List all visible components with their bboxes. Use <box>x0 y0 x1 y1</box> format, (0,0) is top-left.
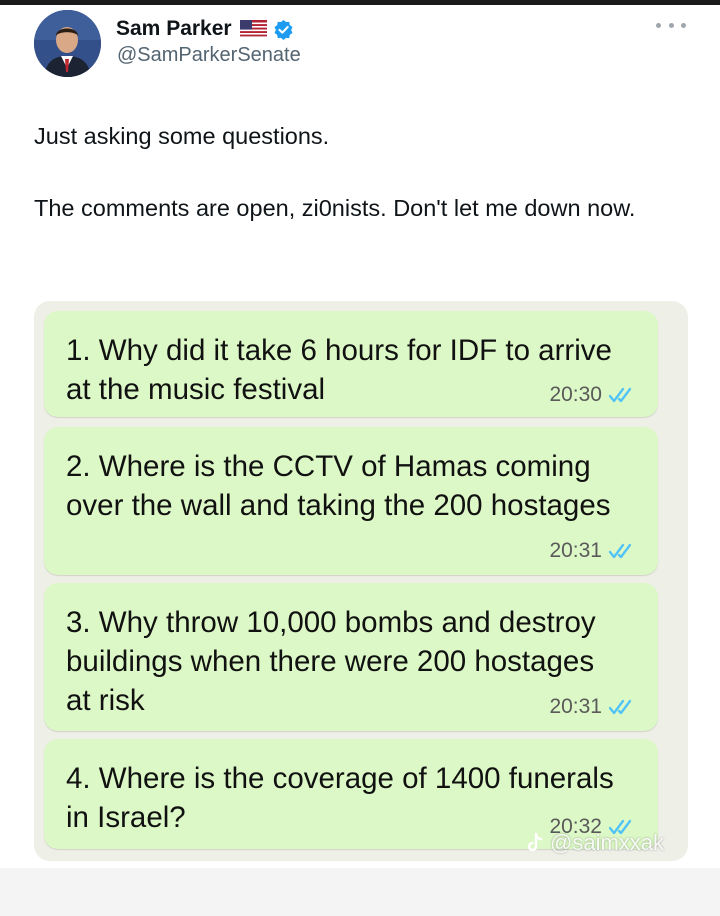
chat-screenshot: 1. Why did it take 6 hours for IDF to ar… <box>34 301 688 861</box>
message-time: 20:31 <box>549 539 602 562</box>
dot-icon <box>681 22 686 28</box>
bottom-area <box>0 868 720 916</box>
watermark-text: @saimxxak <box>550 830 665 855</box>
message-text: 1. Why did it take 6 hours for IDF to ar… <box>66 334 612 406</box>
double-check-icon <box>608 386 636 404</box>
author-name-row: Sam Parker <box>116 13 294 45</box>
message-time: 20:30 <box>549 383 602 406</box>
avatar[interactable] <box>34 10 101 77</box>
chat-message: 1. Why did it take 6 hours for IDF to ar… <box>44 311 658 417</box>
message-time: 20:31 <box>549 695 602 718</box>
double-check-icon <box>608 542 636 560</box>
double-check-icon <box>608 698 636 716</box>
message-text: 4. Where is the coverage of 1400 funeral… <box>66 762 614 834</box>
message-text: 3. Why throw 10,000 bombs and destroy bu… <box>66 606 596 717</box>
top-divider <box>0 0 720 5</box>
author-name[interactable]: Sam Parker <box>116 17 232 41</box>
message-meta: 20:30 <box>549 383 636 407</box>
author-handle[interactable]: @SamParkerSenate <box>117 44 301 67</box>
dot-icon <box>656 22 661 28</box>
message-meta: 20:31 <box>549 539 636 563</box>
dot-icon <box>668 22 674 28</box>
verified-badge-icon <box>273 19 294 40</box>
us-flag-icon <box>239 20 267 38</box>
tiktok-icon <box>526 832 544 854</box>
chat-message: 3. Why throw 10,000 bombs and destroy bu… <box>44 583 658 731</box>
chat-message: 2. Where is the CCTV of Hamas coming ove… <box>44 427 658 575</box>
profile-photo <box>34 10 101 77</box>
tweet-line: Just asking some questions. <box>34 123 330 149</box>
tweet-text: Just asking some questions. The comments… <box>34 118 684 226</box>
tiktok-watermark: @saimxxak <box>526 830 664 856</box>
message-meta: 20:31 <box>549 695 636 719</box>
tweet-line: The comments are open, zi0nists. Don't l… <box>34 195 636 221</box>
more-options-icon[interactable] <box>656 18 686 32</box>
message-text: 2. Where is the CCTV of Hamas coming ove… <box>66 450 611 522</box>
